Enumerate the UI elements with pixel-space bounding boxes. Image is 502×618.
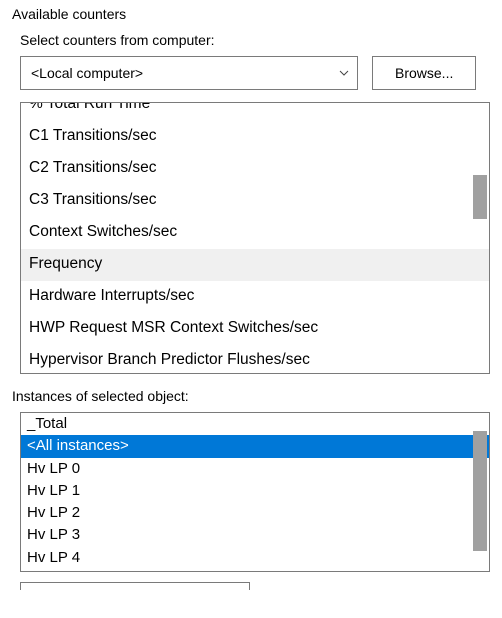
computer-combobox-value: <Local computer> <box>31 65 143 81</box>
instances-listbox[interactable]: _Total<All instances>Hv LP 0Hv LP 1Hv LP… <box>20 412 490 572</box>
instance-item[interactable]: _Total <box>21 413 489 435</box>
counters-listbox[interactable]: % Total Run TimeC1 Transitions/secC2 Tra… <box>20 102 490 374</box>
chevron-down-icon <box>339 68 349 78</box>
counter-item[interactable]: Hardware Interrupts/sec <box>21 281 489 313</box>
counter-item[interactable]: % Total Run Time <box>21 102 489 121</box>
counter-item[interactable]: C1 Transitions/sec <box>21 121 489 153</box>
computer-combobox[interactable]: <Local computer> <box>20 56 358 90</box>
instance-item[interactable]: Hv LP 3 <box>21 524 489 546</box>
search-field-stub[interactable] <box>20 582 250 590</box>
counter-item[interactable]: C3 Transitions/sec <box>21 185 489 217</box>
counter-item[interactable]: HWP Request MSR Context Switches/sec <box>21 313 489 345</box>
instance-item[interactable]: <All instances> <box>21 435 489 457</box>
instance-item[interactable]: Hv LP 1 <box>21 480 489 502</box>
counter-item[interactable]: C2 Transitions/sec <box>21 153 489 185</box>
instances-label: Instances of selected object: <box>12 388 492 404</box>
counters-scrollbar-thumb[interactable] <box>473 175 487 219</box>
instance-item[interactable]: Hv LP 0 <box>21 458 489 480</box>
browse-button[interactable]: Browse... <box>372 56 476 90</box>
instances-scrollbar-thumb[interactable] <box>473 431 487 551</box>
instance-item[interactable]: Hv LP 4 <box>21 547 489 569</box>
instance-item[interactable]: Hv LP 5 <box>21 569 489 572</box>
counter-item[interactable]: Hypervisor Branch Predictor Flushes/sec <box>21 345 489 374</box>
available-counters-heading: Available counters <box>12 6 492 22</box>
instance-item[interactable]: Hv LP 2 <box>21 502 489 524</box>
select-computer-label: Select counters from computer: <box>20 32 492 48</box>
counter-item[interactable]: Frequency <box>21 249 489 281</box>
counter-item[interactable]: Context Switches/sec <box>21 217 489 249</box>
